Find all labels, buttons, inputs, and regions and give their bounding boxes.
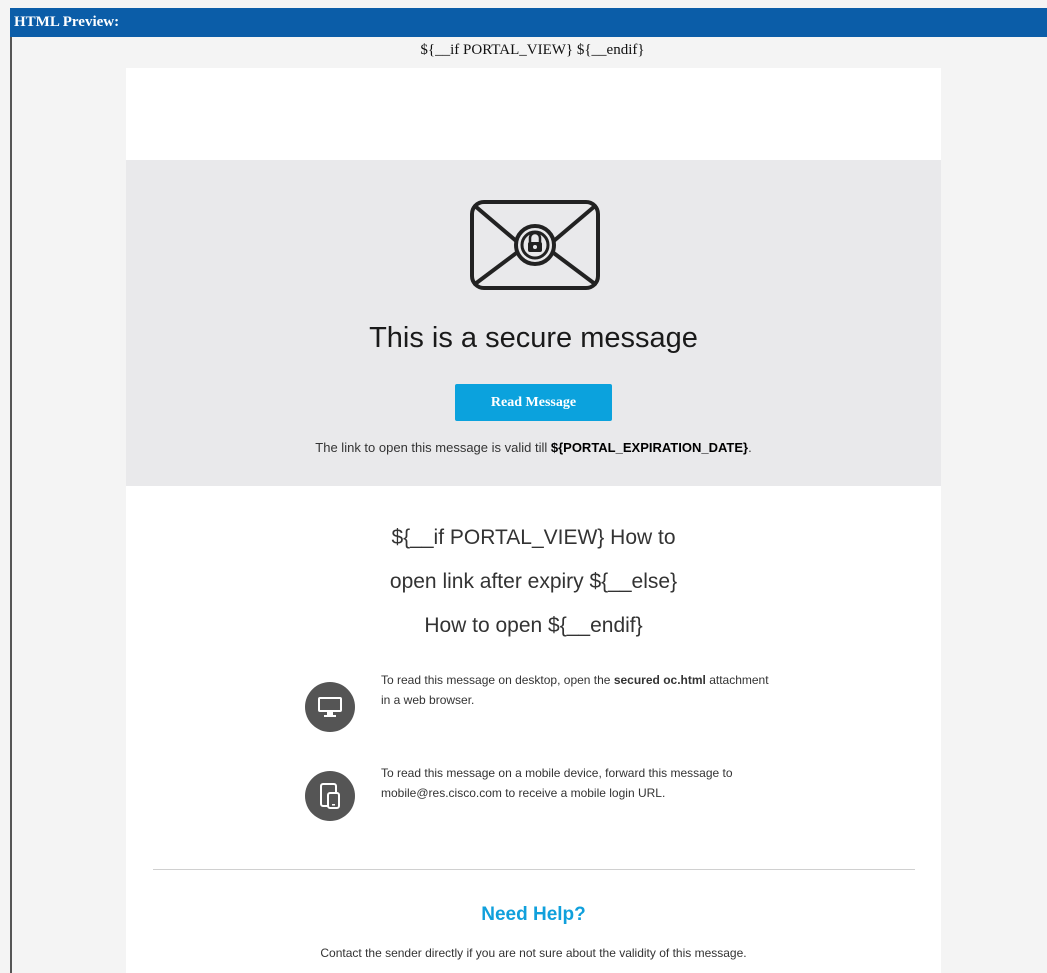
validity-prefix: The link to open this message is valid t… [315,440,551,455]
expiration-date-variable: ${PORTAL_EXPIRATION_DATE} [550,440,749,455]
validity-suffix: . [748,440,752,455]
need-help-heading: Need Help? [481,904,586,925]
mobile-instructions: To read this message on a mobile device,… [381,766,733,800]
secure-message-heading: This is a secure message [369,322,698,354]
read-message-button[interactable]: Read Message [455,384,612,421]
secure-envelope-icon [470,200,600,290]
section-divider [153,869,915,870]
how-to-line: How to open ${__endif} [424,614,643,637]
help-contact-text: Contact the sender directly if you are n… [320,946,747,960]
how-to-line: ${__if PORTAL_VIEW} How to [391,526,676,549]
how-to-open-heading: ${__if PORTAL_VIEW} How to open link aft… [126,520,941,652]
preview-frame-border [10,37,12,973]
preview-title-bar: HTML Preview: [10,8,1047,37]
desktop-instructions: To read this message on desktop, open th… [381,670,771,710]
secured-attachment-name: secured oc.html [613,673,706,687]
link-validity-text: The link to open this message is valid t… [126,440,941,455]
portal-template-directive: ${__if PORTAL_VIEW} ${__endif} [420,42,645,58]
desktop-tip-prefix: To read this message on desktop, open th… [381,673,614,687]
desktop-icon [305,682,355,732]
preview-title: HTML Preview: [14,14,120,30]
mobile-icon [305,771,355,821]
how-to-line: open link after expiry ${__else} [389,570,678,593]
